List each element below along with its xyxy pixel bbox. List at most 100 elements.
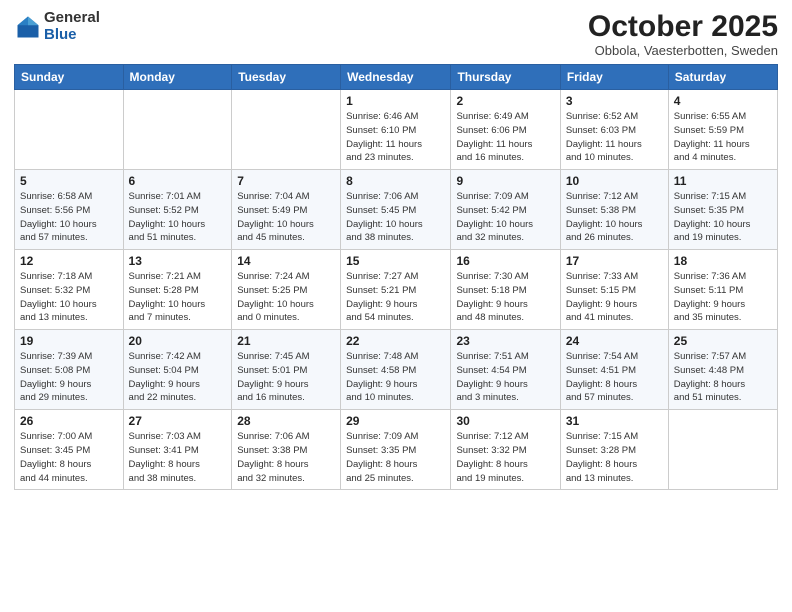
table-row: 11 Sunrise: 7:15 AMSunset: 5:35 PMDayligh…: [668, 170, 777, 250]
day-number: 10: [566, 174, 663, 188]
table-row: [15, 90, 124, 170]
day-info: Sunrise: 7:09 AMSunset: 3:35 PMDaylight:…: [346, 430, 445, 485]
day-number: 25: [674, 334, 772, 348]
table-row: 15 Sunrise: 7:27 AMSunset: 5:21 PMDayligh…: [341, 250, 451, 330]
calendar-table: Sunday Monday Tuesday Wednesday Thursday…: [14, 64, 778, 490]
day-info: Sunrise: 6:46 AMSunset: 6:10 PMDaylight:…: [346, 110, 445, 165]
day-info: Sunrise: 6:49 AMSunset: 6:06 PMDaylight:…: [456, 110, 554, 165]
day-info: Sunrise: 7:30 AMSunset: 5:18 PMDaylight:…: [456, 270, 554, 325]
table-row: 16 Sunrise: 7:30 AMSunset: 5:18 PMDayligh…: [451, 250, 560, 330]
table-row: 8Sunrise: 7:06 AMSunset: 5:45 PMDaylight…: [341, 170, 451, 250]
day-info: Sunrise: 7:57 AMSunset: 4:48 PMDaylight:…: [674, 350, 772, 405]
day-info: Sunrise: 7:42 AMSunset: 5:04 PMDaylight:…: [129, 350, 227, 405]
day-info: Sunrise: 7:39 AMSunset: 5:08 PMDaylight:…: [20, 350, 118, 405]
day-info: Sunrise: 7:45 AMSunset: 5:01 PMDaylight:…: [237, 350, 335, 405]
logo-general-text: General: [44, 10, 100, 27]
day-number: 2: [456, 94, 554, 108]
day-info: Sunrise: 7:12 AMSunset: 3:32 PMDaylight:…: [456, 430, 554, 485]
day-number: 11: [674, 174, 772, 188]
day-number: 21: [237, 334, 335, 348]
col-monday: Monday: [123, 65, 232, 90]
day-info: Sunrise: 6:55 AMSunset: 5:59 PMDaylight:…: [674, 110, 772, 165]
table-row: 5 Sunrise: 6:58 AMSunset: 5:56 PMDaylight…: [15, 170, 124, 250]
table-row: 4 Sunrise: 6:55 AMSunset: 5:59 PMDaylight…: [668, 90, 777, 170]
day-info: Sunrise: 7:24 AMSunset: 5:25 PMDaylight:…: [237, 270, 335, 325]
day-number: 8: [346, 174, 445, 188]
day-number: 24: [566, 334, 663, 348]
month-title: October 2025: [588, 10, 778, 43]
table-row: 9 Sunrise: 7:09 AMSunset: 5:42 PMDaylight…: [451, 170, 560, 250]
table-row: 19 Sunrise: 7:39 AMSunset: 5:08 PMDayligh…: [15, 330, 124, 410]
col-thursday: Thursday: [451, 65, 560, 90]
day-number: 5: [20, 174, 118, 188]
day-info: Sunrise: 7:09 AMSunset: 5:42 PMDaylight:…: [456, 190, 554, 245]
table-row: 7 Sunrise: 7:04 AMSunset: 5:49 PMDaylight…: [232, 170, 341, 250]
table-row: 10 Sunrise: 7:12 AMSunset: 5:38 PMDayligh…: [560, 170, 668, 250]
logo-text: General Blue: [44, 10, 100, 43]
day-number: 4: [674, 94, 772, 108]
day-info: Sunrise: 7:15 AMSunset: 3:28 PMDaylight:…: [566, 430, 663, 485]
table-row: 31Sunrise: 7:15 AMSunset: 3:28 PMDayligh…: [560, 410, 668, 490]
day-number: 16: [456, 254, 554, 268]
day-info: Sunrise: 7:12 AMSunset: 5:38 PMDaylight:…: [566, 190, 663, 245]
table-row: 27 Sunrise: 7:03 AMSunset: 3:41 PMDayligh…: [123, 410, 232, 490]
day-info: Sunrise: 7:00 AMSunset: 3:45 PMDaylight:…: [20, 430, 118, 485]
table-row: 13Sunrise: 7:21 AMSunset: 5:28 PMDayligh…: [123, 250, 232, 330]
day-info: Sunrise: 6:52 AMSunset: 6:03 PMDaylight:…: [566, 110, 663, 165]
table-row: 18Sunrise: 7:36 AMSunset: 5:11 PMDayligh…: [668, 250, 777, 330]
table-row: 24 Sunrise: 7:54 AMSunset: 4:51 PMDayligh…: [560, 330, 668, 410]
calendar-week-row: 12 Sunrise: 7:18 AMSunset: 5:32 PMDayligh…: [15, 250, 778, 330]
day-number: 19: [20, 334, 118, 348]
day-number: 14: [237, 254, 335, 268]
day-number: 6: [129, 174, 227, 188]
table-row: 23Sunrise: 7:51 AMSunset: 4:54 PMDayligh…: [451, 330, 560, 410]
table-row: 28 Sunrise: 7:06 AMSunset: 3:38 PMDayligh…: [232, 410, 341, 490]
day-number: 9: [456, 174, 554, 188]
table-row: [232, 90, 341, 170]
col-saturday: Saturday: [668, 65, 777, 90]
day-info: Sunrise: 6:58 AMSunset: 5:56 PMDaylight:…: [20, 190, 118, 245]
calendar-week-row: 5 Sunrise: 6:58 AMSunset: 5:56 PMDaylight…: [15, 170, 778, 250]
day-number: 29: [346, 414, 445, 428]
col-tuesday: Tuesday: [232, 65, 341, 90]
table-row: [123, 90, 232, 170]
day-number: 20: [129, 334, 227, 348]
table-row: 12 Sunrise: 7:18 AMSunset: 5:32 PMDayligh…: [15, 250, 124, 330]
day-number: 22: [346, 334, 445, 348]
day-number: 1: [346, 94, 445, 108]
day-info: Sunrise: 7:03 AMSunset: 3:41 PMDaylight:…: [129, 430, 227, 485]
logo: General Blue: [14, 10, 100, 43]
day-number: 23: [456, 334, 554, 348]
table-row: 21 Sunrise: 7:45 AMSunset: 5:01 PMDayligh…: [232, 330, 341, 410]
table-row: [668, 410, 777, 490]
logo-blue-text: Blue: [44, 27, 100, 44]
table-row: 30 Sunrise: 7:12 AMSunset: 3:32 PMDayligh…: [451, 410, 560, 490]
calendar-week-row: 1 Sunrise: 6:46 AMSunset: 6:10 PMDaylight…: [15, 90, 778, 170]
day-info: Sunrise: 7:18 AMSunset: 5:32 PMDaylight:…: [20, 270, 118, 325]
title-block: October 2025 Obbola, Vaesterbotten, Swed…: [588, 10, 778, 58]
day-number: 12: [20, 254, 118, 268]
day-number: 28: [237, 414, 335, 428]
col-sunday: Sunday: [15, 65, 124, 90]
table-row: 3Sunrise: 6:52 AMSunset: 6:03 PMDaylight…: [560, 90, 668, 170]
day-info: Sunrise: 7:27 AMSunset: 5:21 PMDaylight:…: [346, 270, 445, 325]
table-row: 26Sunrise: 7:00 AMSunset: 3:45 PMDayligh…: [15, 410, 124, 490]
day-number: 7: [237, 174, 335, 188]
day-number: 30: [456, 414, 554, 428]
table-row: 17 Sunrise: 7:33 AMSunset: 5:15 PMDayligh…: [560, 250, 668, 330]
day-number: 27: [129, 414, 227, 428]
day-info: Sunrise: 7:04 AMSunset: 5:49 PMDaylight:…: [237, 190, 335, 245]
day-number: 15: [346, 254, 445, 268]
day-number: 18: [674, 254, 772, 268]
calendar-week-row: 26Sunrise: 7:00 AMSunset: 3:45 PMDayligh…: [15, 410, 778, 490]
day-info: Sunrise: 7:33 AMSunset: 5:15 PMDaylight:…: [566, 270, 663, 325]
day-number: 17: [566, 254, 663, 268]
day-info: Sunrise: 7:01 AMSunset: 5:52 PMDaylight:…: [129, 190, 227, 245]
calendar-header-row: Sunday Monday Tuesday Wednesday Thursday…: [15, 65, 778, 90]
day-info: Sunrise: 7:54 AMSunset: 4:51 PMDaylight:…: [566, 350, 663, 405]
table-row: 2 Sunrise: 6:49 AMSunset: 6:06 PMDaylight…: [451, 90, 560, 170]
day-info: Sunrise: 7:21 AMSunset: 5:28 PMDaylight:…: [129, 270, 227, 325]
day-info: Sunrise: 7:06 AMSunset: 3:38 PMDaylight:…: [237, 430, 335, 485]
day-info: Sunrise: 7:48 AMSunset: 4:58 PMDaylight:…: [346, 350, 445, 405]
day-info: Sunrise: 7:15 AMSunset: 5:35 PMDaylight:…: [674, 190, 772, 245]
